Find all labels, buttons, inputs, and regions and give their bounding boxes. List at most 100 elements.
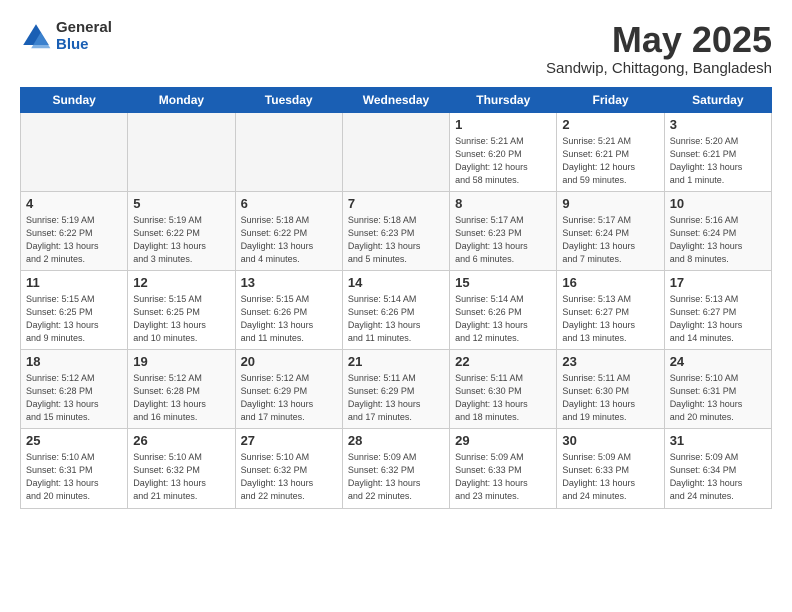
day-info: Sunrise: 5:16 AMSunset: 6:24 PMDaylight:… — [670, 214, 766, 266]
day-info: Sunrise: 5:13 AMSunset: 6:27 PMDaylight:… — [562, 293, 658, 345]
day-number: 28 — [348, 433, 444, 448]
day-info: Sunrise: 5:18 AMSunset: 6:22 PMDaylight:… — [241, 214, 337, 266]
calendar-cell: 16 Sunrise: 5:13 AMSunset: 6:27 PMDayligh… — [557, 270, 664, 349]
day-number: 7 — [348, 196, 444, 211]
calendar-week-row: 4Sunrise: 5:19 AMSunset: 6:22 PMDaylight… — [21, 191, 772, 270]
day-info: Sunrise: 5:11 AMSunset: 6:29 PMDaylight:… — [348, 372, 444, 424]
day-info: Sunrise: 5:14 AMSunset: 6:26 PMDaylight:… — [348, 293, 444, 345]
day-info: Sunrise: 5:13 AMSunset: 6:27 PMDaylight:… — [670, 293, 766, 345]
day-number: 18 — [26, 354, 122, 369]
day-number: 6 — [241, 196, 337, 211]
day-info: Sunrise: 5:10 AMSunset: 6:32 PMDaylight:… — [241, 451, 337, 503]
calendar-header-row: SundayMondayTuesdayWednesdayThursdayFrid… — [21, 87, 772, 112]
calendar-cell: 7 Sunrise: 5:18 AMSunset: 6:23 PMDaylight… — [342, 191, 449, 270]
day-info: Sunrise: 5:12 AMSunset: 6:28 PMDaylight:… — [133, 372, 229, 424]
day-number: 14 — [348, 275, 444, 290]
day-info: Sunrise: 5:15 AMSunset: 6:26 PMDaylight:… — [241, 293, 337, 345]
day-number: 17 — [670, 275, 766, 290]
day-number: 12 — [133, 275, 229, 290]
day-number: 22 — [455, 354, 551, 369]
calendar-cell: 23 Sunrise: 5:11 AMSunset: 6:30 PMDayligh… — [557, 350, 664, 429]
calendar-cell: 28 Sunrise: 5:09 AMSunset: 6:32 PMDayligh… — [342, 429, 449, 508]
calendar-cell: 20 Sunrise: 5:12 AMSunset: 6:29 PMDayligh… — [235, 350, 342, 429]
day-info: Sunrise: 5:19 AMSunset: 6:22 PMDaylight:… — [26, 214, 122, 266]
day-info: Sunrise: 5:09 AMSunset: 6:33 PMDaylight:… — [562, 451, 658, 503]
day-info: Sunrise: 5:15 AMSunset: 6:25 PMDaylight:… — [26, 293, 122, 345]
day-number: 21 — [348, 354, 444, 369]
day-number: 8 — [455, 196, 551, 211]
day-number: 5 — [133, 196, 229, 211]
logo-icon — [20, 21, 52, 53]
day-info: Sunrise: 5:09 AMSunset: 6:32 PMDaylight:… — [348, 451, 444, 503]
day-header-sunday: Sunday — [21, 87, 128, 112]
day-info: Sunrise: 5:11 AMSunset: 6:30 PMDaylight:… — [562, 372, 658, 424]
day-number: 25 — [26, 433, 122, 448]
day-info: Sunrise: 5:20 AMSunset: 6:21 PMDaylight:… — [670, 135, 766, 187]
calendar-cell — [342, 112, 449, 191]
calendar-cell: 19 Sunrise: 5:12 AMSunset: 6:28 PMDayligh… — [128, 350, 235, 429]
day-number: 15 — [455, 275, 551, 290]
day-number: 16 — [562, 275, 658, 290]
calendar-cell: 29Sunrise: 5:09 AMSunset: 6:33 PMDayligh… — [450, 429, 557, 508]
day-info: Sunrise: 5:15 AMSunset: 6:25 PMDaylight:… — [133, 293, 229, 345]
day-info: Sunrise: 5:21 AMSunset: 6:21 PMDaylight:… — [562, 135, 658, 187]
day-number: 26 — [133, 433, 229, 448]
calendar-cell: 11 Sunrise: 5:15 AMSunset: 6:25 PMDayligh… — [21, 270, 128, 349]
calendar-cell: 15 Sunrise: 5:14 AMSunset: 6:26 PMDayligh… — [450, 270, 557, 349]
title-area: May 2025 Sandwip, Chittagong, Bangladesh — [546, 20, 772, 77]
day-info: Sunrise: 5:12 AMSunset: 6:29 PMDaylight:… — [241, 372, 337, 424]
day-number: 1 — [455, 117, 551, 132]
calendar-cell: 12 Sunrise: 5:15 AMSunset: 6:25 PMDayligh… — [128, 270, 235, 349]
day-header-monday: Monday — [128, 87, 235, 112]
calendar-cell: 9Sunrise: 5:17 AMSunset: 6:24 PMDaylight… — [557, 191, 664, 270]
calendar-cell: 24Sunrise: 5:10 AMSunset: 6:31 PMDayligh… — [664, 350, 771, 429]
day-number: 27 — [241, 433, 337, 448]
day-info: Sunrise: 5:19 AMSunset: 6:22 PMDaylight:… — [133, 214, 229, 266]
logo: General Blue — [20, 20, 112, 53]
calendar-cell: 31 Sunrise: 5:09 AMSunset: 6:34 PMDayligh… — [664, 429, 771, 508]
day-number: 24 — [670, 354, 766, 369]
calendar-cell: 5 Sunrise: 5:19 AMSunset: 6:22 PMDaylight… — [128, 191, 235, 270]
calendar-cell: 13Sunrise: 5:15 AMSunset: 6:26 PMDayligh… — [235, 270, 342, 349]
calendar-cell: 17 Sunrise: 5:13 AMSunset: 6:27 PMDayligh… — [664, 270, 771, 349]
day-number: 20 — [241, 354, 337, 369]
calendar-cell: 6 Sunrise: 5:18 AMSunset: 6:22 PMDaylight… — [235, 191, 342, 270]
logo-blue-text: Blue — [56, 37, 112, 54]
calendar-cell: 21 Sunrise: 5:11 AMSunset: 6:29 PMDayligh… — [342, 350, 449, 429]
calendar-cell — [235, 112, 342, 191]
day-info: Sunrise: 5:14 AMSunset: 6:26 PMDaylight:… — [455, 293, 551, 345]
calendar-cell — [21, 112, 128, 191]
day-number: 11 — [26, 275, 122, 290]
day-info: Sunrise: 5:17 AMSunset: 6:23 PMDaylight:… — [455, 214, 551, 266]
day-info: Sunrise: 5:09 AMSunset: 6:33 PMDaylight:… — [455, 451, 551, 503]
day-info: Sunrise: 5:21 AMSunset: 6:20 PMDaylight:… — [455, 135, 551, 187]
header: General Blue May 2025 Sandwip, Chittagon… — [20, 20, 772, 77]
day-header-wednesday: Wednesday — [342, 87, 449, 112]
calendar-cell: 25Sunrise: 5:10 AMSunset: 6:31 PMDayligh… — [21, 429, 128, 508]
day-info: Sunrise: 5:09 AMSunset: 6:34 PMDaylight:… — [670, 451, 766, 503]
location-subtitle: Sandwip, Chittagong, Bangladesh — [546, 60, 772, 77]
calendar-cell — [128, 112, 235, 191]
day-number: 9 — [562, 196, 658, 211]
calendar-cell: 26Sunrise: 5:10 AMSunset: 6:32 PMDayligh… — [128, 429, 235, 508]
calendar-cell: 22Sunrise: 5:11 AMSunset: 6:30 PMDayligh… — [450, 350, 557, 429]
day-number: 2 — [562, 117, 658, 132]
day-number: 19 — [133, 354, 229, 369]
calendar-cell: 10Sunrise: 5:16 AMSunset: 6:24 PMDayligh… — [664, 191, 771, 270]
day-info: Sunrise: 5:18 AMSunset: 6:23 PMDaylight:… — [348, 214, 444, 266]
day-number: 23 — [562, 354, 658, 369]
day-number: 31 — [670, 433, 766, 448]
month-title: May 2025 — [546, 20, 772, 60]
day-number: 3 — [670, 117, 766, 132]
calendar-cell: 4Sunrise: 5:19 AMSunset: 6:22 PMDaylight… — [21, 191, 128, 270]
calendar-cell: 14 Sunrise: 5:14 AMSunset: 6:26 PMDayligh… — [342, 270, 449, 349]
calendar-cell: 8 Sunrise: 5:17 AMSunset: 6:23 PMDaylight… — [450, 191, 557, 270]
calendar-table: SundayMondayTuesdayWednesdayThursdayFrid… — [20, 87, 772, 509]
day-header-tuesday: Tuesday — [235, 87, 342, 112]
calendar-cell: 3 Sunrise: 5:20 AMSunset: 6:21 PMDaylight… — [664, 112, 771, 191]
calendar-cell: 1 Sunrise: 5:21 AMSunset: 6:20 PMDaylight… — [450, 112, 557, 191]
calendar-cell: 18Sunrise: 5:12 AMSunset: 6:28 PMDayligh… — [21, 350, 128, 429]
calendar-week-row: 18 Sunrise: 5:12 AMSunset: 6:28 PMDayligh… — [21, 350, 772, 429]
day-header-thursday: Thursday — [450, 87, 557, 112]
logo-general-text: General — [56, 20, 112, 37]
